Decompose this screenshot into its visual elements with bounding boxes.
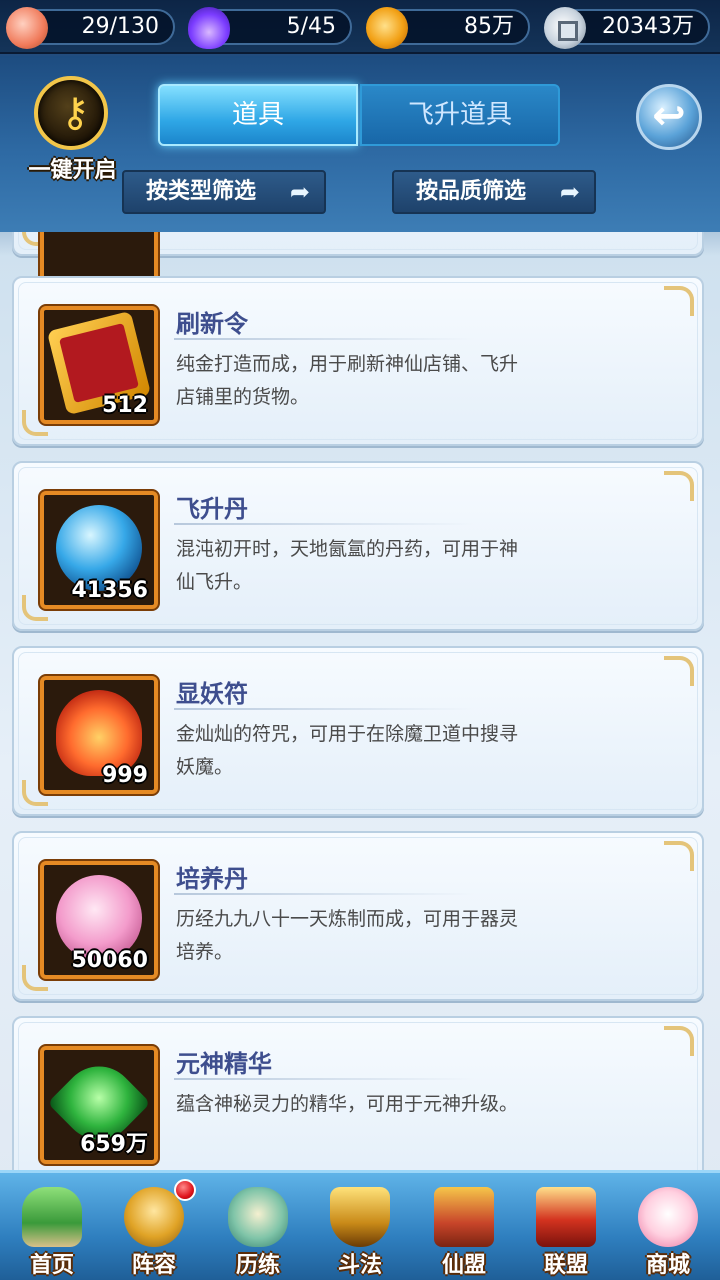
- silver-counter[interactable]: 20343万: [544, 7, 710, 49]
- back-button[interactable]: ↩: [636, 84, 702, 150]
- corner-ornament: [664, 471, 694, 501]
- resource-bar: 29/130 5/45 85万 20343万: [0, 0, 720, 54]
- item-count: 50060: [71, 948, 148, 973]
- silver-coin-icon: [544, 7, 586, 49]
- arrow-right-icon: ➦: [559, 178, 580, 206]
- back-arrow-icon: ↩: [652, 93, 686, 139]
- divider: [174, 523, 474, 525]
- sword-icon: [330, 1187, 390, 1247]
- nav-shop[interactable]: 商城: [618, 1181, 718, 1280]
- list-item[interactable]: 512 刷新令 纯金打造而成，用于刷新神仙店铺、飞升店铺里的货物。: [12, 276, 704, 446]
- nav-home[interactable]: 首页: [2, 1181, 102, 1280]
- divider: [174, 338, 474, 340]
- corner-ornament: [664, 286, 694, 316]
- nav-label: 斗法: [337, 1253, 382, 1278]
- nav-lineup[interactable]: 阵容: [104, 1179, 204, 1280]
- item-name: 元神精华: [176, 1050, 272, 1078]
- key-icon: ⚷: [60, 90, 90, 136]
- corner-ornament: [664, 656, 694, 686]
- nav-training[interactable]: 历练: [208, 1181, 308, 1280]
- refresh-token-icon[interactable]: 512: [40, 306, 158, 424]
- gourd-icon: [228, 1187, 288, 1247]
- spirit-counter[interactable]: 5/45: [188, 7, 352, 49]
- demon-charm-icon[interactable]: 999: [40, 676, 158, 794]
- tab-ascension-items[interactable]: 飞升道具: [360, 84, 560, 146]
- item-name: 刷新令: [176, 310, 248, 338]
- filter-by-quality-button[interactable]: 按品质筛选 ➦: [392, 170, 596, 214]
- item-count: 41356: [71, 578, 148, 603]
- item-name: 飞升丹: [176, 495, 248, 523]
- list-item-partial[interactable]: [12, 232, 704, 306]
- one-key-open-label: 一键开启: [28, 158, 117, 183]
- nav-label: 仙盟: [441, 1253, 486, 1278]
- gold-coin-icon: [366, 7, 408, 49]
- list-item[interactable]: 41356 飞升丹 混沌初开时，天地氤氲的丹药，可用于神仙飞升。: [12, 461, 704, 631]
- one-key-open-button[interactable]: ⚷ 一键开启: [20, 76, 125, 186]
- peach-icon: [6, 7, 48, 49]
- item-count: 659万: [80, 1132, 148, 1157]
- nav-label: 历练: [235, 1253, 280, 1278]
- item-description: 金灿灿的符咒，可用于在除魔卫道中搜寻妖魔。: [176, 723, 519, 778]
- nav-alliance[interactable]: 联盟: [516, 1181, 616, 1280]
- purple-flame-icon: [188, 7, 230, 49]
- bag-header: ⚷ 一键开启 道具 飞升道具 ↩ 按类型筛选 ➦ 按品质筛选 ➦: [0, 56, 720, 232]
- list-item[interactable]: 659万 元神精华 蕴含神秘灵力的精华，可用于元神升级。: [12, 1016, 704, 1170]
- tab-bar: 道具 飞升道具: [158, 84, 562, 146]
- gold-counter[interactable]: 85万: [366, 7, 530, 49]
- corner-ornament: [664, 1026, 694, 1056]
- cultivation-pill-icon[interactable]: 50060: [40, 861, 158, 979]
- notification-badge: [174, 1179, 196, 1201]
- bottom-nav: 首页 阵容 历练 斗法 仙盟 联盟 商城: [0, 1170, 720, 1280]
- filter-by-type-label: 按类型筛选: [146, 179, 257, 204]
- list-item[interactable]: 50060 培养丹 历经九九八十一天炼制而成，可用于器灵培养。: [12, 831, 704, 1001]
- gold-value: 85万: [464, 14, 514, 39]
- shop-mascot-icon: [638, 1187, 698, 1247]
- nav-label: 联盟: [543, 1253, 588, 1278]
- spirit-essence-icon[interactable]: 659万: [40, 1046, 158, 1164]
- divider: [174, 1078, 474, 1080]
- item-name: 培养丹: [176, 865, 248, 893]
- peach-counter[interactable]: 29/130: [6, 7, 175, 49]
- nav-label: 商城: [645, 1253, 690, 1278]
- floating-island-icon: [22, 1187, 82, 1247]
- item-list[interactable]: 512 刷新令 纯金打造而成，用于刷新神仙店铺、飞升店铺里的货物。 41356 …: [0, 232, 720, 1170]
- divider: [174, 708, 474, 710]
- arrow-right-icon: ➦: [289, 178, 310, 206]
- filter-by-type-button[interactable]: 按类型筛选 ➦: [122, 170, 326, 214]
- filter-by-quality-label: 按品质筛选: [416, 179, 527, 204]
- item-count: 512: [102, 393, 148, 418]
- item-description: 蕴含神秘灵力的精华，可用于元神升级。: [176, 1093, 519, 1115]
- item-description: 历经九九八十一天炼制而成，可用于器灵培养。: [176, 908, 519, 963]
- ascension-orb-icon[interactable]: 41356: [40, 491, 158, 609]
- corner-ornament: [664, 841, 694, 871]
- key-badge: ⚷: [34, 76, 108, 150]
- spirit-value: 5/45: [286, 14, 336, 39]
- divider: [174, 893, 474, 895]
- nav-immortal-league[interactable]: 仙盟: [414, 1181, 514, 1280]
- nav-label: 阵容: [131, 1253, 176, 1278]
- nav-label: 首页: [29, 1253, 74, 1278]
- nav-duel[interactable]: 斗法: [310, 1181, 410, 1280]
- peach-value: 29/130: [81, 14, 159, 39]
- silver-value: 20343万: [602, 14, 694, 39]
- item-count: 999: [102, 763, 148, 788]
- item-description: 纯金打造而成，用于刷新神仙店铺、飞升店铺里的货物。: [176, 353, 519, 408]
- alliance-banner-icon: [536, 1187, 596, 1247]
- tab-items[interactable]: 道具: [158, 84, 358, 146]
- palace-icon: [434, 1187, 494, 1247]
- item-description: 混沌初开时，天地氤氲的丹药，可用于神仙飞升。: [176, 538, 519, 593]
- item-name: 显妖符: [176, 680, 248, 708]
- list-item[interactable]: 999 显妖符 金灿灿的符咒，可用于在除魔卫道中搜寻妖魔。: [12, 646, 704, 816]
